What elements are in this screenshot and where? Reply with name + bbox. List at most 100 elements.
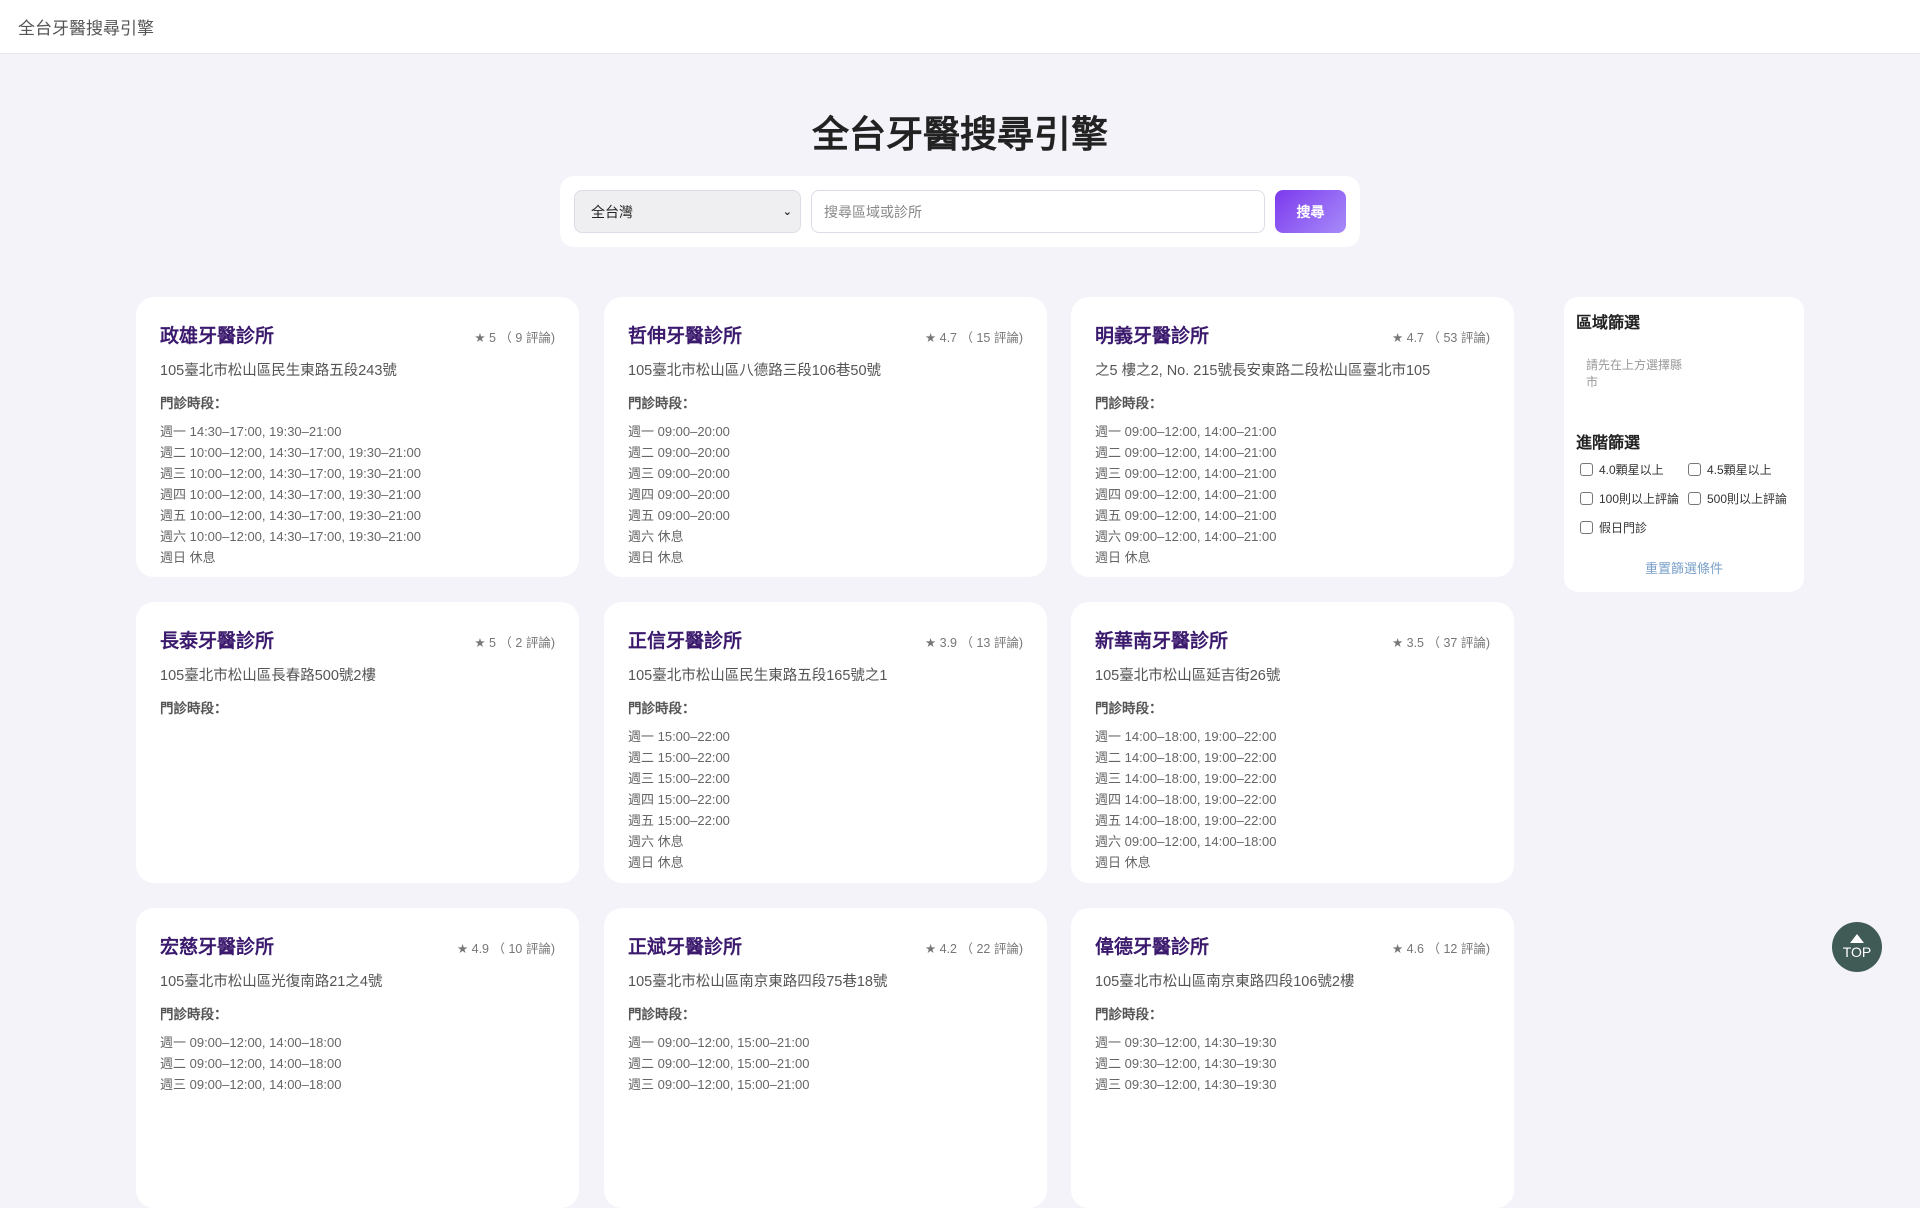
clinic-name[interactable]: 政雄牙醫診所: [160, 321, 274, 348]
clinic-name[interactable]: 偉德牙醫診所: [1095, 932, 1209, 959]
hours-row: 週二 09:00–12:00, 14:00–21:00: [1095, 445, 1277, 460]
hours-list: 週一 14:30–17:00, 19:30–21:00 週二 10:00–12:0…: [160, 421, 555, 568]
hours-row: 週日 休息: [1095, 550, 1151, 565]
region-select[interactable]: 全台灣 ⌄: [574, 190, 801, 233]
hours-row: 週一 09:00–12:00, 14:00–21:00: [1095, 424, 1277, 439]
clinic-rating: ★ 3.9 （ 13 評論): [924, 636, 1023, 650]
filter-checkbox[interactable]: 假日門診: [1580, 519, 1688, 536]
hours-row: 週三 09:00–12:00, 14:00–21:00: [1095, 466, 1277, 481]
page-title: 全台牙醫搜尋引擎: [812, 114, 1108, 155]
clinic-rating: ★ 4.9 （ 10 評論): [456, 942, 555, 956]
clinic-address: 之5 樓之2, No. 215號長安東路二段松山區臺北市105: [1095, 363, 1431, 379]
hours-row: 週日 休息: [628, 855, 684, 870]
clinic-card[interactable]: 明義牙醫診所 ★ 4.7 （ 53 評論) 之5 樓之2, No. 215號長安東…: [1071, 297, 1514, 577]
hours-row: 週五 09:00–20:00: [628, 508, 730, 523]
hours-list: 週一 09:30–12:00, 14:30–19:30 週二 09:30–12:0…: [1095, 1032, 1490, 1095]
site-title[interactable]: 全台牙醫搜尋引擎: [18, 14, 154, 39]
hours-row: 週三 14:00–18:00, 19:00–22:00: [1095, 771, 1277, 786]
hours-label: 門診時段：: [1095, 1007, 1163, 1022]
clinic-address: 105臺北市松山區南京東路四段75巷18號: [628, 974, 888, 990]
clinic-card[interactable]: 新華南牙醫診所 ★ 3.5 （ 37 評論) 105臺北市松山區延吉街26號 門診…: [1071, 602, 1514, 883]
clinic-rating: ★ 4.7 （ 15 評論): [924, 331, 1023, 345]
advanced-filter-title: 進階篩選: [1576, 435, 1641, 452]
hours-list: 週一 09:00–20:00 週二 09:00–20:00 週三 09:00–20:…: [628, 421, 1023, 568]
clinic-address: 105臺北市松山區民生東路五段243號: [160, 363, 397, 379]
back-to-top-button[interactable]: TOP: [1832, 922, 1882, 972]
hours-row: 週四 10:00–12:00, 14:30–17:00, 19:30–21:00: [160, 487, 421, 502]
clinic-address: 105臺北市松山區八德路三段106巷50號: [628, 363, 882, 379]
checkbox-icon[interactable]: [1580, 521, 1593, 534]
filter-checkbox[interactable]: 100則以上評論: [1580, 490, 1688, 507]
clinic-card[interactable]: 正斌牙醫診所 ★ 4.2 （ 22 評論) 105臺北市松山區南京東路四段75巷1…: [604, 908, 1047, 1208]
clinic-name[interactable]: 正斌牙醫診所: [628, 932, 742, 959]
clinic-card[interactable]: 政雄牙醫診所 ★ 5 （ 9 評論) 105臺北市松山區民生東路五段243號 門診…: [136, 297, 579, 577]
hours-row: 週五 10:00–12:00, 14:30–17:00, 19:30–21:00: [160, 508, 421, 523]
hours-label: 門診時段：: [1095, 701, 1163, 716]
region-filter-title: 區域篩選: [1576, 315, 1641, 332]
region-select-value: 全台灣: [591, 203, 633, 220]
hours-row: 週二 09:00–12:00, 15:00–21:00: [628, 1056, 810, 1071]
hours-row: 週四 09:00–20:00: [628, 487, 730, 502]
clinic-name[interactable]: 長泰牙醫診所: [160, 626, 274, 653]
clinic-rating: ★ 5 （ 2 評論): [474, 636, 555, 650]
filter-label: 4.0顆星以上: [1599, 463, 1664, 477]
hours-list: 週一 09:00–12:00, 14:00–21:00 週二 09:00–12:0…: [1095, 421, 1490, 568]
hours-row: 週二 15:00–22:00: [628, 750, 730, 765]
hours-label: 門診時段：: [1095, 396, 1163, 411]
hours-row: 週一 09:00–12:00, 14:00–18:00: [160, 1035, 342, 1050]
reset-filters-link[interactable]: 重置篩選條件: [1576, 558, 1792, 577]
checkbox-icon[interactable]: [1580, 463, 1593, 476]
filter-label: 4.5顆星以上: [1707, 463, 1772, 477]
top-bar: 全台牙醫搜尋引擎: [0, 0, 1920, 54]
clinic-card[interactable]: 偉德牙醫診所 ★ 4.6 （ 12 評論) 105臺北市松山區南京東路四段106號…: [1071, 908, 1514, 1208]
filter-checkbox[interactable]: 4.5顆星以上: [1688, 461, 1796, 478]
clinic-name[interactable]: 明義牙醫診所: [1095, 321, 1209, 348]
hours-row: 週五 14:00–18:00, 19:00–22:00: [1095, 813, 1277, 828]
hours-label: 門診時段：: [160, 1007, 228, 1022]
hours-row: 週六 09:00–12:00, 14:00–21:00: [1095, 529, 1277, 544]
clinic-name[interactable]: 宏慈牙醫診所: [160, 932, 274, 959]
hours-row: 週三 15:00–22:00: [628, 771, 730, 786]
hours-row: 週日 休息: [1095, 855, 1151, 870]
clinic-name[interactable]: 哲伸牙醫診所: [628, 321, 742, 348]
hours-row: 週六 10:00–12:00, 14:30–17:00, 19:30–21:00: [160, 529, 421, 544]
clinic-rating: ★ 3.5 （ 37 評論): [1391, 636, 1490, 650]
hours-label: 門診時段：: [628, 396, 696, 411]
clinic-card[interactable]: 哲伸牙醫診所 ★ 4.7 （ 15 評論) 105臺北市松山區八德路三段106巷5…: [604, 297, 1047, 577]
filter-sidebar: 區域篩選 請先在上方選擇縣市 進階篩選 4.0顆星以上 4.5顆星以上 100則以上…: [1564, 297, 1804, 592]
top-label: TOP: [1842, 944, 1872, 960]
hours-row: 週六 09:00–12:00, 14:00–18:00: [1095, 834, 1277, 849]
hours-label: 門診時段：: [160, 701, 228, 716]
hours-list: 週一 14:00–18:00, 19:00–22:00 週二 14:00–18:0…: [1095, 726, 1490, 873]
clinic-card[interactable]: 正信牙醫診所 ★ 3.9 （ 13 評論) 105臺北市松山區民生東路五段165號…: [604, 602, 1047, 883]
search-input[interactable]: 搜尋區域或診所: [811, 190, 1265, 233]
filter-checkbox[interactable]: 500則以上評論: [1688, 490, 1796, 507]
hours-row: 週二 10:00–12:00, 14:30–17:00, 19:30–21:00: [160, 445, 421, 460]
clinic-card[interactable]: 宏慈牙醫診所 ★ 4.9 （ 10 評論) 105臺北市松山區光復南路21之4號 …: [136, 908, 579, 1208]
filter-checkbox[interactable]: 4.0顆星以上: [1580, 461, 1688, 478]
hours-row: 週日 休息: [160, 550, 216, 565]
checkbox-icon[interactable]: [1688, 492, 1701, 505]
hours-row: 週一 15:00–22:00: [628, 729, 730, 744]
hours-row: 週二 09:00–12:00, 14:00–18:00: [160, 1056, 342, 1071]
hours-row: 週三 09:00–20:00: [628, 466, 730, 481]
checkbox-icon[interactable]: [1688, 463, 1701, 476]
hours-row: 週三 09:00–12:00, 14:00–18:00: [160, 1077, 342, 1092]
clinic-name[interactable]: 正信牙醫診所: [628, 626, 742, 653]
clinic-address: 105臺北市松山區南京東路四段106號2樓: [1095, 974, 1355, 990]
hours-row: 週二 09:30–12:00, 14:30–19:30: [1095, 1056, 1277, 1071]
hours-row: 週一 09:00–12:00, 15:00–21:00: [628, 1035, 810, 1050]
search-button[interactable]: 搜尋: [1275, 190, 1346, 233]
clinic-rating: ★ 4.7 （ 53 評論): [1391, 331, 1490, 345]
hours-row: 週三 09:00–12:00, 15:00–21:00: [628, 1077, 810, 1092]
search-placeholder: 搜尋區域或診所: [824, 203, 922, 220]
region-filter-hint: 請先在上方選擇縣市: [1586, 358, 1683, 389]
checkbox-icon[interactable]: [1580, 492, 1593, 505]
hours-row: 週一 14:00–18:00, 19:00–22:00: [1095, 729, 1277, 744]
clinic-name[interactable]: 新華南牙醫診所: [1095, 626, 1228, 653]
clinic-card[interactable]: 長泰牙醫診所 ★ 5 （ 2 評論) 105臺北市松山區長春路500號2樓 門診時…: [136, 602, 579, 883]
clinic-address: 105臺北市松山區光復南路21之4號: [160, 974, 383, 990]
hours-row: 週三 10:00–12:00, 14:30–17:00, 19:30–21:00: [160, 466, 421, 481]
hours-label: 門診時段：: [160, 396, 228, 411]
filter-label: 假日門診: [1599, 521, 1648, 535]
